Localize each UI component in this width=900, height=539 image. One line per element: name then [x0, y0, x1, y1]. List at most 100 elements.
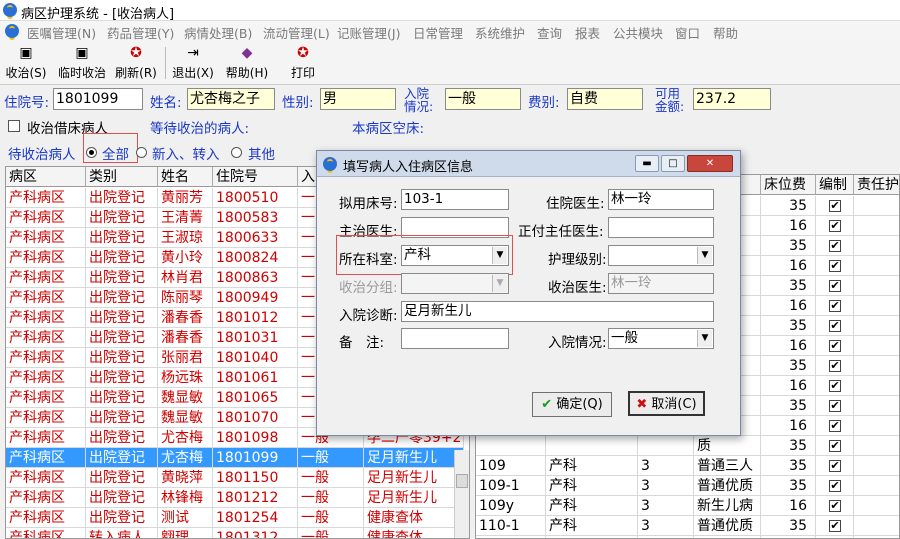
- menu-condition[interactable]: 病情处理(B): [184, 23, 252, 42]
- table-cell: 魏显敏: [158, 408, 213, 428]
- staffed-checkbox-cell: ✔: [816, 196, 854, 216]
- print-button[interactable]: ✪ 打印: [286, 44, 320, 84]
- help-button[interactable]: ◆ 帮助(H): [223, 44, 271, 84]
- temp-admit-label: 临时收治: [57, 66, 106, 80]
- note-field[interactable]: [401, 328, 509, 349]
- table-cell: 出院登记: [86, 488, 158, 508]
- mdi-child-icon[interactable]: [5, 24, 19, 40]
- department-label: 所在科室:: [339, 252, 398, 268]
- exit-button[interactable]: ⇥ 退出(X): [170, 44, 216, 84]
- table-cell: 16: [761, 216, 816, 236]
- table-cell: 产科病区: [6, 488, 86, 508]
- column-header[interactable]: 姓名: [158, 167, 213, 187]
- staffed-checkbox[interactable]: ✔: [829, 280, 841, 292]
- radio-new-transfer[interactable]: [136, 147, 147, 158]
- admit-button[interactable]: ▣ 收治(S): [4, 44, 48, 84]
- fee-type-field[interactable]: 自费: [567, 88, 643, 110]
- inpatient-id-field[interactable]: 1801099: [53, 88, 143, 110]
- print-label: 打印: [290, 66, 315, 80]
- column-header[interactable]: 床位费: [761, 175, 816, 195]
- scrollbar-thumb[interactable]: [456, 474, 468, 488]
- staffed-checkbox[interactable]: ✔: [829, 340, 841, 352]
- department-select[interactable]: 产科 ▼: [401, 245, 509, 266]
- ok-button[interactable]: ✔ 确定(Q): [532, 392, 612, 417]
- table-cell: 109-1: [476, 476, 546, 496]
- table-cell: 出院登记: [86, 388, 158, 408]
- admission-condition-select[interactable]: 一般 ▼: [608, 328, 714, 349]
- table-cell: 1800633: [213, 228, 298, 248]
- temp-admit-button[interactable]: ▣ 临时收治: [55, 44, 109, 84]
- nursing-level-select[interactable]: ▼: [608, 245, 714, 266]
- column-header[interactable]: 住院号: [213, 167, 298, 187]
- menu-accounting[interactable]: 记账管理(J): [337, 23, 400, 42]
- menu-system[interactable]: 系统维护: [475, 23, 525, 42]
- inpatient-id-label: 住院号:: [4, 95, 50, 111]
- staffed-checkbox[interactable]: ✔: [829, 300, 841, 312]
- menu-flow[interactable]: 流动管理(L): [263, 23, 330, 42]
- menu-daily[interactable]: 日常管理: [413, 23, 463, 42]
- table-cell: 1800949: [213, 288, 298, 308]
- bed-number-field[interactable]: 103-1: [401, 189, 509, 210]
- menu-common[interactable]: 公共模块: [613, 23, 663, 42]
- staffed-checkbox[interactable]: ✔: [829, 480, 841, 492]
- menu-window[interactable]: 窗口: [675, 23, 700, 42]
- staffed-checkbox[interactable]: ✔: [829, 520, 841, 532]
- table-cell: 出院登记: [86, 468, 158, 488]
- radio-all[interactable]: [86, 147, 97, 158]
- table-cell: 16: [761, 336, 816, 356]
- column-header[interactable]: 病区: [6, 167, 86, 187]
- staffed-checkbox[interactable]: ✔: [829, 420, 841, 432]
- staffed-checkbox[interactable]: ✔: [829, 360, 841, 372]
- admission-condition-field[interactable]: 一般: [445, 88, 521, 110]
- table-cell: 1800510: [213, 188, 298, 208]
- borrow-bed-checkbox[interactable]: [8, 120, 20, 132]
- available-amount-field[interactable]: 237.2: [693, 88, 771, 110]
- menu-drugs[interactable]: 药品管理(Y): [107, 23, 174, 42]
- diagnosis-label: 入院诊断:: [339, 308, 398, 324]
- sex-field[interactable]: 男: [320, 88, 396, 110]
- menu-help[interactable]: 帮助: [713, 23, 738, 42]
- available-label-bottom: 金额:: [655, 99, 685, 114]
- name-field[interactable]: 尤杏梅之子: [187, 88, 275, 110]
- staffed-checkbox[interactable]: ✔: [829, 500, 841, 512]
- table-cell: 健康查体: [364, 528, 464, 538]
- column-header[interactable]: 责任护: [854, 175, 899, 195]
- refresh-button[interactable]: ✪ 刷新(R): [114, 44, 158, 84]
- staffed-checkbox[interactable]: ✔: [829, 320, 841, 332]
- staffed-checkbox[interactable]: ✔: [829, 440, 841, 452]
- menu-query[interactable]: 查询: [537, 23, 562, 42]
- window-titlebar: 病区护理系统 - [收治病人]: [0, 0, 900, 22]
- table-cell: 1801212: [213, 488, 298, 508]
- table-cell: 潘春香: [158, 308, 213, 328]
- close-button[interactable]: ✕: [687, 155, 733, 172]
- chief-doctor-field[interactable]: [608, 217, 714, 238]
- minimize-button[interactable]: ▬: [635, 155, 659, 172]
- menu-reports[interactable]: 报表: [575, 23, 600, 42]
- staffed-checkbox[interactable]: ✔: [829, 380, 841, 392]
- staffed-checkbox[interactable]: ✔: [829, 260, 841, 272]
- table-cell: 产科病区: [6, 268, 86, 288]
- resident-doctor-field[interactable]: 林一玲: [608, 189, 714, 210]
- dropdown-arrow-icon[interactable]: ▼: [697, 247, 712, 264]
- table-cell: 35: [761, 436, 816, 456]
- staffed-checkbox-cell: ✔: [816, 476, 854, 496]
- column-header[interactable]: 类别: [86, 167, 158, 187]
- table-cell: 1800824: [213, 248, 298, 268]
- diagnosis-field[interactable]: 足月新生儿: [401, 301, 714, 322]
- dropdown-arrow-icon[interactable]: ▼: [697, 330, 712, 347]
- radio-other[interactable]: [231, 147, 242, 158]
- column-header[interactable]: 编制: [816, 175, 854, 195]
- staffed-checkbox[interactable]: ✔: [829, 240, 841, 252]
- staffed-checkbox[interactable]: ✔: [829, 220, 841, 232]
- staffed-checkbox[interactable]: ✔: [829, 400, 841, 412]
- waiting-patients-label: 等待收治的病人:: [150, 121, 250, 137]
- admit-group-label: 收治分组:: [339, 280, 398, 296]
- maximize-button[interactable]: □: [661, 155, 685, 172]
- staffed-checkbox[interactable]: ✔: [829, 460, 841, 472]
- cancel-button[interactable]: ✖ 取消(C): [628, 391, 705, 416]
- menu-orders[interactable]: 医嘱管理(N): [27, 23, 96, 42]
- dropdown-arrow-icon[interactable]: ▼: [492, 247, 507, 264]
- staffed-checkbox[interactable]: ✔: [829, 200, 841, 212]
- table-cell: 3: [638, 516, 694, 536]
- vertical-scrollbar[interactable]: [454, 450, 469, 538]
